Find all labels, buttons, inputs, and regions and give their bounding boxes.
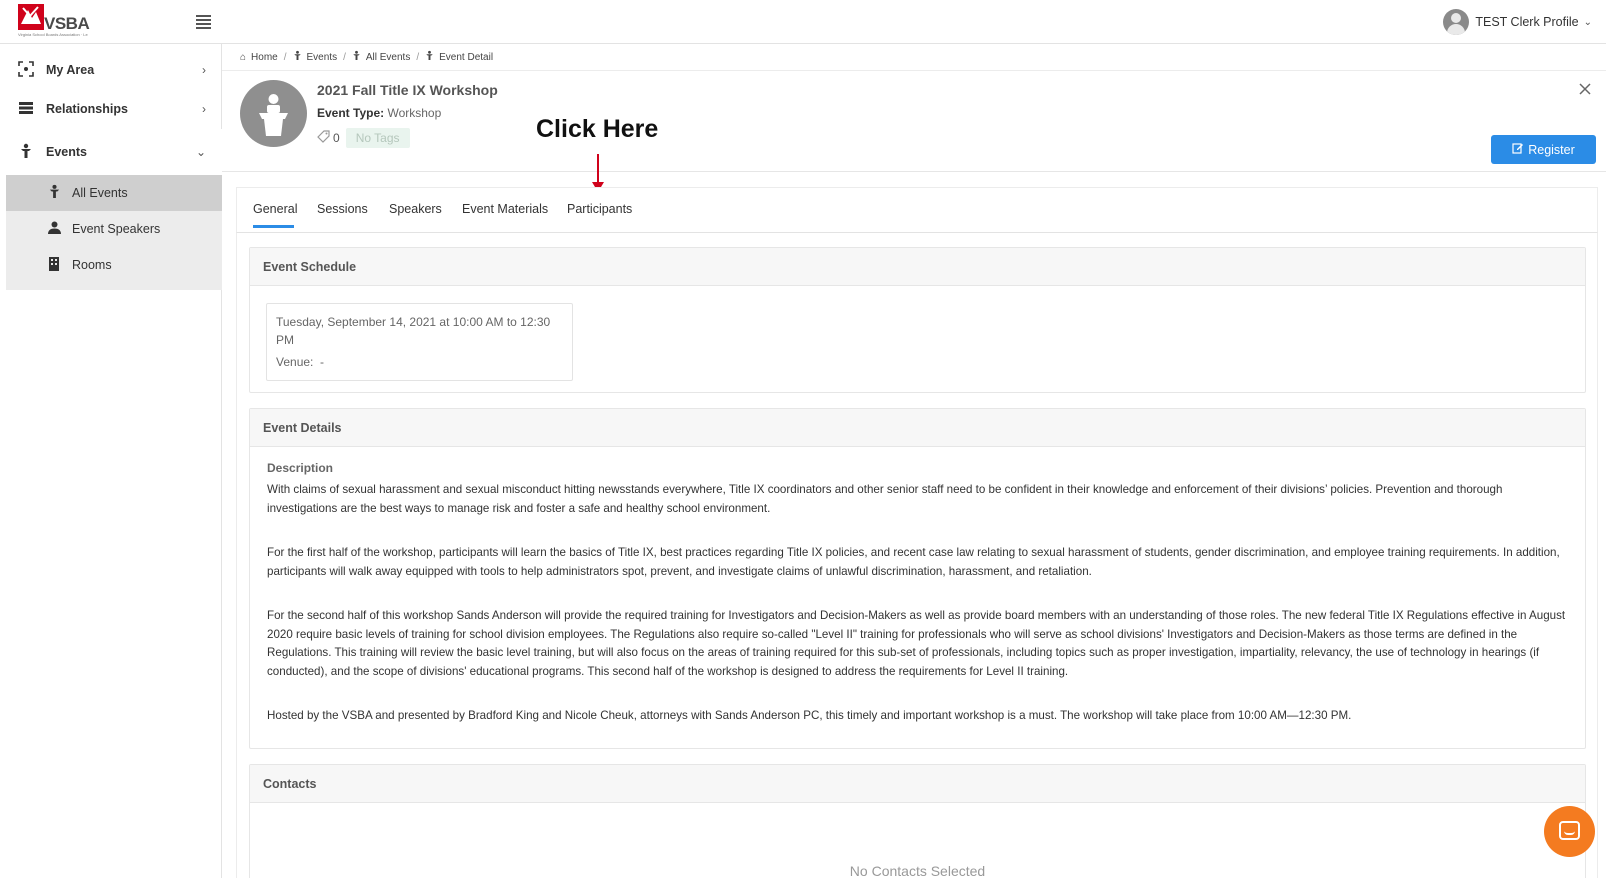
breadcrumb-divider (222, 70, 1606, 71)
event-details-card: Event Details Description With claims of… (249, 408, 1586, 749)
breadcrumb-separator: / (343, 51, 346, 63)
breadcrumb: ⌂ Home / Events / All Events / Event Det… (240, 49, 493, 65)
no-tags-badge: No Tags (345, 128, 410, 148)
register-button[interactable]: Register (1491, 135, 1596, 164)
event-type-value: Workshop (387, 106, 442, 120)
event-schedule-card: Event Schedule Tuesday, September 14, 20… (249, 247, 1586, 393)
vsba-logo-mark-icon (18, 4, 44, 30)
tab-sessions[interactable]: Sessions (317, 202, 368, 216)
description-paragraph: For the second half of this workshop San… (267, 609, 1566, 678)
breadcrumb-label: All Events (365, 51, 411, 63)
sidebar-item-label: All Events (72, 186, 128, 200)
home-icon: ⌂ (240, 51, 247, 63)
annotation-arrow-line (597, 154, 599, 184)
breadcrumb-events[interactable]: Events (293, 50, 338, 64)
chevron-down-icon: ⌄ (195, 145, 206, 159)
breadcrumb-home[interactable]: ⌂ Home (240, 52, 278, 63)
podium-icon (44, 184, 64, 202)
vsba-logo[interactable]: VSBA Virginia School Boards Association … (18, 4, 90, 42)
close-icon[interactable] (1576, 80, 1594, 98)
description-paragraph: For the first half of the workshop, part… (267, 546, 1560, 578)
venue-label: Venue: (276, 355, 314, 369)
card-heading: Event Details (250, 409, 1585, 447)
sidebar-item-event-speakers[interactable]: Event Speakers (6, 211, 222, 247)
tag-icon (317, 130, 330, 146)
schedule-venue: Venue: - (276, 353, 563, 371)
active-tab-indicator (253, 225, 294, 228)
contacts-card: Contacts No Contacts Selected (249, 764, 1586, 878)
profile-name: TEST Clerk Profile (1475, 15, 1579, 29)
sidebar-item-my-area[interactable]: My Area › (6, 50, 222, 90)
building-icon (44, 256, 64, 274)
focus-icon (16, 60, 36, 80)
tab-general[interactable]: General (253, 202, 297, 216)
chevron-down-icon: ⌄ (1583, 16, 1592, 28)
tab-participants[interactable]: Participants (567, 202, 632, 216)
podium-icon (293, 50, 302, 64)
sidebar-item-label: Events (46, 145, 87, 159)
breadcrumb-label: Events (306, 51, 338, 63)
sidebar-item-label: My Area (46, 63, 95, 77)
breadcrumb-separator: / (416, 51, 420, 63)
click-here-annotation: Click Here (536, 115, 659, 143)
sidebar-item-label: Event Speakers (72, 222, 161, 236)
profile-menu[interactable]: TEST Clerk Profile ⌄ (1443, 8, 1592, 36)
breadcrumb-all-events[interactable]: All Events (352, 50, 410, 64)
sidebar-item-label: Relationships (46, 102, 128, 116)
sidebar-item-all-events[interactable]: All Events (6, 175, 222, 211)
hamburger-menu-icon[interactable] (196, 15, 211, 29)
sidebar-item-events[interactable]: Events ⌄ (6, 129, 222, 175)
no-contacts-text: No Contacts Selected (849, 863, 986, 878)
event-description: Description With claims of sexual harass… (267, 461, 1567, 752)
event-title: 2021 Fall Title IX Workshop (317, 82, 498, 98)
register-label: Register (1528, 142, 1575, 157)
breadcrumb-event-detail: Event Detail (425, 50, 493, 64)
event-podium-icon (240, 80, 307, 147)
speaker-icon (44, 221, 64, 238)
avatar (1443, 9, 1470, 35)
chat-launcher-button[interactable] (1544, 806, 1595, 857)
event-type: Event Type: Workshop (317, 106, 441, 120)
event-tags: 0 No Tags (317, 127, 410, 149)
sidebar: My Area › Relationships › Events ⌄ All E… (0, 44, 222, 878)
event-tabs: General Sessions Speakers Event Material… (236, 187, 1598, 233)
logo-text: VSBA (44, 14, 90, 33)
edit-icon (1512, 142, 1524, 157)
tab-event-materials[interactable]: Event Materials (462, 202, 548, 216)
card-heading: Contacts (250, 765, 1585, 803)
breadcrumb-separator: / (283, 51, 287, 63)
breadcrumb-label: Home (251, 51, 278, 63)
venue-value: - (320, 355, 325, 369)
sidebar-item-label: Rooms (72, 258, 112, 272)
chevron-right-icon: › (202, 63, 206, 77)
tab-speakers[interactable]: Speakers (389, 202, 442, 216)
description-paragraph: Hosted by the VSBA and presented by Brad… (267, 709, 1352, 722)
breadcrumb-label: Event Detail (439, 51, 494, 63)
sidebar-item-rooms[interactable]: Rooms (6, 247, 222, 283)
schedule-datetime: Tuesday, September 14, 2021 at 10:00 AM … (276, 315, 551, 347)
description-label: Description (267, 461, 334, 475)
description-paragraph: With claims of sexual harassment and sex… (267, 483, 1503, 515)
top-bar: VSBA Virginia School Boards Association … (0, 0, 1606, 44)
card-heading: Event Schedule (250, 248, 1585, 286)
podium-icon (425, 50, 434, 64)
schedule-entry: Tuesday, September 14, 2021 at 10:00 AM … (266, 303, 573, 381)
logo-subtitle: Virginia School Boards Association · Lea… (18, 33, 88, 37)
chevron-right-icon: › (202, 102, 206, 116)
events-submenu: All Events Event Speakers Rooms (6, 175, 222, 290)
podium-icon (352, 50, 361, 64)
event-type-label: Event Type: (317, 106, 385, 120)
tag-count: 0 (333, 131, 340, 145)
podium-icon (16, 143, 36, 162)
sidebar-item-relationships[interactable]: Relationships › (6, 89, 222, 129)
header-divider (222, 171, 1606, 172)
server-icon (16, 101, 36, 118)
